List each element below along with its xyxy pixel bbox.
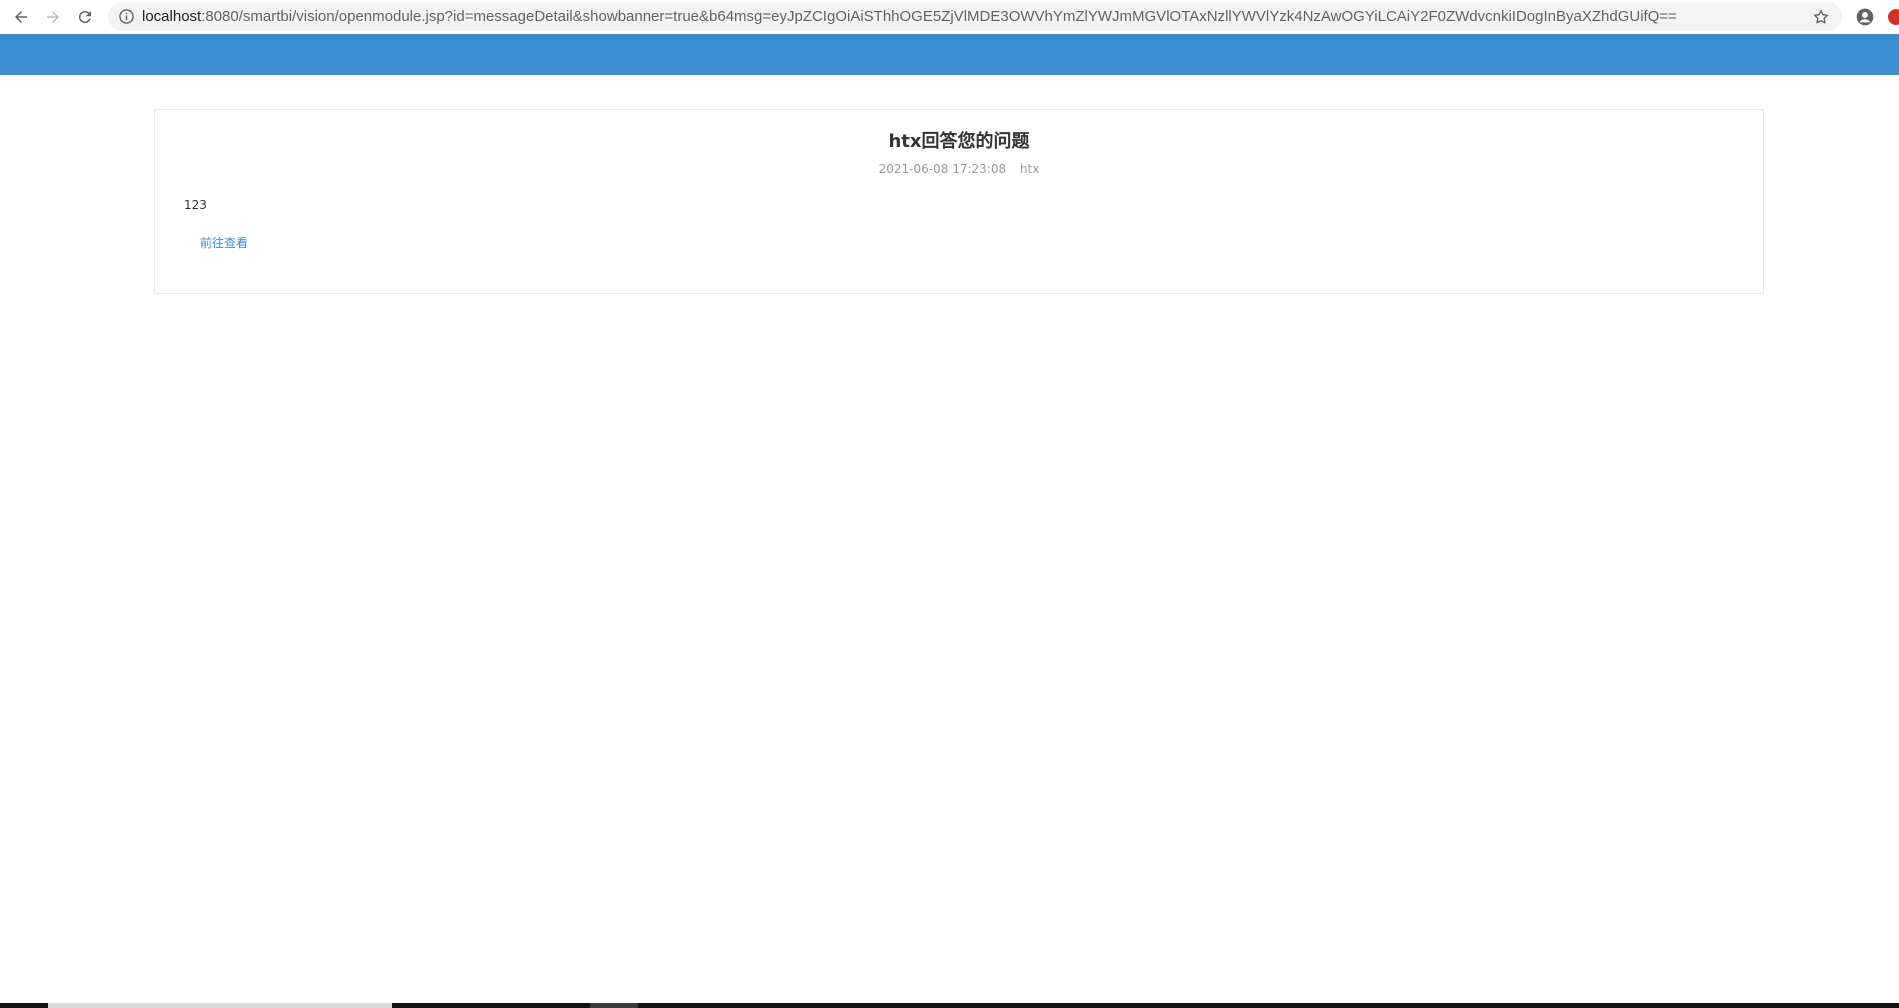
taskbar-strip xyxy=(0,1003,1899,1008)
url-text[interactable]: localhost:8080/smartbi/vision/openmodule… xyxy=(142,8,1677,25)
go-view-link[interactable]: 前往查看 xyxy=(200,234,248,251)
message-author: htx xyxy=(1019,162,1040,176)
message-meta: 2021-06-08 17:23:08 htx xyxy=(155,162,1763,176)
forward-button[interactable] xyxy=(37,1,69,33)
top-banner xyxy=(0,34,1899,75)
profile-avatar-icon[interactable] xyxy=(1855,7,1875,27)
browser-toolbar: localhost:8080/smartbi/vision/openmodule… xyxy=(0,0,1899,34)
taskbar-item[interactable] xyxy=(590,1003,638,1008)
message-card: htx回答您的问题 2021-06-08 17:23:08 htx 123 前往… xyxy=(154,109,1764,294)
bookmark-star-icon[interactable] xyxy=(1812,8,1830,26)
message-date: 2021-06-08 17:23:08 xyxy=(878,162,1007,176)
address-bar[interactable]: localhost:8080/smartbi/vision/openmodule… xyxy=(108,2,1842,31)
extension-badge-icon[interactable] xyxy=(1888,9,1899,25)
taskbar-item[interactable] xyxy=(48,1003,392,1008)
arrow-left-icon xyxy=(15,11,27,23)
back-button[interactable] xyxy=(5,1,37,33)
arrow-right-icon xyxy=(47,11,59,23)
url-path: :8080/smartbi/vision/openmodule.jsp?id=m… xyxy=(201,8,1677,25)
message-title: htx回答您的问题 xyxy=(888,131,1030,152)
message-body: 123 xyxy=(184,198,207,212)
reload-icon xyxy=(78,11,91,24)
info-icon[interactable] xyxy=(118,9,134,25)
url-host: localhost xyxy=(142,8,202,25)
reload-button[interactable] xyxy=(69,1,101,33)
